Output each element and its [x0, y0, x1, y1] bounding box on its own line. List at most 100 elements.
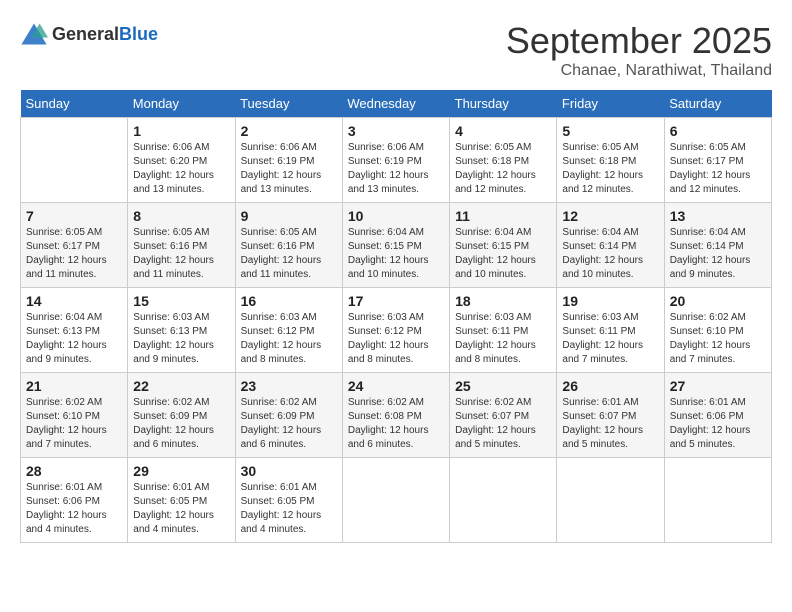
- day-info: Sunrise: 6:05 AM Sunset: 6:17 PM Dayligh…: [26, 226, 122, 282]
- day-number: 16: [241, 293, 337, 309]
- calendar-week-2: 7 Sunrise: 6:05 AM Sunset: 6:17 PM Daylig…: [21, 203, 772, 288]
- day-number: 2: [241, 123, 337, 139]
- weekday-header-thursday: Thursday: [450, 90, 557, 118]
- calendar-cell: 6 Sunrise: 6:05 AM Sunset: 6:17 PM Daylig…: [664, 118, 771, 203]
- day-number: 23: [241, 378, 337, 394]
- day-info: Sunrise: 6:02 AM Sunset: 6:10 PM Dayligh…: [670, 311, 766, 367]
- day-info: Sunrise: 6:02 AM Sunset: 6:09 PM Dayligh…: [133, 396, 229, 452]
- day-number: 3: [348, 123, 444, 139]
- day-info: Sunrise: 6:05 AM Sunset: 6:18 PM Dayligh…: [455, 141, 551, 197]
- day-number: 26: [562, 378, 658, 394]
- weekday-header-saturday: Saturday: [664, 90, 771, 118]
- day-info: Sunrise: 6:03 AM Sunset: 6:11 PM Dayligh…: [455, 311, 551, 367]
- day-info: Sunrise: 6:01 AM Sunset: 6:07 PM Dayligh…: [562, 396, 658, 452]
- day-number: 21: [26, 378, 122, 394]
- day-info: Sunrise: 6:02 AM Sunset: 6:09 PM Dayligh…: [241, 396, 337, 452]
- day-info: Sunrise: 6:02 AM Sunset: 6:10 PM Dayligh…: [26, 396, 122, 452]
- calendar-cell: 25Sunrise: 6:02 AM Sunset: 6:07 PM Dayli…: [450, 373, 557, 458]
- day-number: 28: [26, 463, 122, 479]
- calendar-week-1: 1 Sunrise: 6:06 AM Sunset: 6:20 PM Daylig…: [21, 118, 772, 203]
- calendar-cell: 10Sunrise: 6:04 AM Sunset: 6:15 PM Dayli…: [342, 203, 449, 288]
- calendar-cell: 17 Sunrise: 6:03 AM Sunset: 6:12 PM Dayli…: [342, 288, 449, 373]
- day-info: Sunrise: 6:03 AM Sunset: 6:11 PM Dayligh…: [562, 311, 658, 367]
- day-info: Sunrise: 6:04 AM Sunset: 6:13 PM Dayligh…: [26, 311, 122, 367]
- calendar-week-5: 28Sunrise: 6:01 AM Sunset: 6:06 PM Dayli…: [21, 458, 772, 543]
- title-section: September 2025 Chanae, Narathiwat, Thail…: [506, 20, 772, 80]
- calendar-week-4: 21 Sunrise: 6:02 AM Sunset: 6:10 PM Dayli…: [21, 373, 772, 458]
- day-number: 30: [241, 463, 337, 479]
- day-number: 17: [348, 293, 444, 309]
- day-number: 29: [133, 463, 229, 479]
- month-title: September 2025: [506, 20, 772, 62]
- calendar-cell: 8 Sunrise: 6:05 AM Sunset: 6:16 PM Daylig…: [128, 203, 235, 288]
- day-info: Sunrise: 6:03 AM Sunset: 6:12 PM Dayligh…: [241, 311, 337, 367]
- calendar-cell: 28Sunrise: 6:01 AM Sunset: 6:06 PM Dayli…: [21, 458, 128, 543]
- logo-general: General: [52, 24, 119, 44]
- calendar-cell: 9 Sunrise: 6:05 AM Sunset: 6:16 PM Daylig…: [235, 203, 342, 288]
- calendar-cell: [557, 458, 664, 543]
- calendar-cell: 1 Sunrise: 6:06 AM Sunset: 6:20 PM Daylig…: [128, 118, 235, 203]
- calendar-cell: 20Sunrise: 6:02 AM Sunset: 6:10 PM Dayli…: [664, 288, 771, 373]
- day-number: 8: [133, 208, 229, 224]
- calendar-cell: 29Sunrise: 6:01 AM Sunset: 6:05 PM Dayli…: [128, 458, 235, 543]
- day-number: 18: [455, 293, 551, 309]
- calendar-cell: 12 Sunrise: 6:04 AM Sunset: 6:14 PM Dayli…: [557, 203, 664, 288]
- day-info: Sunrise: 6:06 AM Sunset: 6:20 PM Dayligh…: [133, 141, 229, 197]
- weekday-header-friday: Friday: [557, 90, 664, 118]
- day-info: Sunrise: 6:04 AM Sunset: 6:14 PM Dayligh…: [562, 226, 658, 282]
- page-header: GeneralBlue September 2025 Chanae, Narat…: [20, 20, 772, 80]
- day-number: 4: [455, 123, 551, 139]
- day-info: Sunrise: 6:03 AM Sunset: 6:12 PM Dayligh…: [348, 311, 444, 367]
- day-info: Sunrise: 6:05 AM Sunset: 6:16 PM Dayligh…: [133, 226, 229, 282]
- day-info: Sunrise: 6:01 AM Sunset: 6:05 PM Dayligh…: [241, 481, 337, 537]
- day-number: 27: [670, 378, 766, 394]
- day-number: 6: [670, 123, 766, 139]
- calendar-cell: 2 Sunrise: 6:06 AM Sunset: 6:19 PM Daylig…: [235, 118, 342, 203]
- day-info: Sunrise: 6:05 AM Sunset: 6:16 PM Dayligh…: [241, 226, 337, 282]
- weekday-header-row: SundayMondayTuesdayWednesdayThursdayFrid…: [21, 90, 772, 118]
- logo-icon: [20, 20, 48, 48]
- calendar-cell: 14 Sunrise: 6:04 AM Sunset: 6:13 PM Dayli…: [21, 288, 128, 373]
- weekday-header-sunday: Sunday: [21, 90, 128, 118]
- calendar-cell: 24 Sunrise: 6:02 AM Sunset: 6:08 PM Dayli…: [342, 373, 449, 458]
- day-number: 22: [133, 378, 229, 394]
- day-number: 10: [348, 208, 444, 224]
- day-info: Sunrise: 6:05 AM Sunset: 6:17 PM Dayligh…: [670, 141, 766, 197]
- day-info: Sunrise: 6:06 AM Sunset: 6:19 PM Dayligh…: [348, 141, 444, 197]
- day-info: Sunrise: 6:04 AM Sunset: 6:15 PM Dayligh…: [455, 226, 551, 282]
- day-info: Sunrise: 6:06 AM Sunset: 6:19 PM Dayligh…: [241, 141, 337, 197]
- day-number: 19: [562, 293, 658, 309]
- calendar-cell: 7 Sunrise: 6:05 AM Sunset: 6:17 PM Daylig…: [21, 203, 128, 288]
- day-info: Sunrise: 6:02 AM Sunset: 6:07 PM Dayligh…: [455, 396, 551, 452]
- calendar-table: SundayMondayTuesdayWednesdayThursdayFrid…: [20, 90, 772, 543]
- calendar-cell: 18 Sunrise: 6:03 AM Sunset: 6:11 PM Dayli…: [450, 288, 557, 373]
- calendar-week-3: 14 Sunrise: 6:04 AM Sunset: 6:13 PM Dayli…: [21, 288, 772, 373]
- logo-text: GeneralBlue: [52, 24, 158, 45]
- calendar-cell: 5Sunrise: 6:05 AM Sunset: 6:18 PM Daylig…: [557, 118, 664, 203]
- logo-blue: Blue: [119, 24, 158, 44]
- logo: GeneralBlue: [20, 20, 158, 48]
- day-number: 15: [133, 293, 229, 309]
- calendar-cell: 27Sunrise: 6:01 AM Sunset: 6:06 PM Dayli…: [664, 373, 771, 458]
- weekday-header-monday: Monday: [128, 90, 235, 118]
- day-info: Sunrise: 6:02 AM Sunset: 6:08 PM Dayligh…: [348, 396, 444, 452]
- day-info: Sunrise: 6:05 AM Sunset: 6:18 PM Dayligh…: [562, 141, 658, 197]
- day-number: 14: [26, 293, 122, 309]
- day-info: Sunrise: 6:04 AM Sunset: 6:14 PM Dayligh…: [670, 226, 766, 282]
- calendar-cell: 11 Sunrise: 6:04 AM Sunset: 6:15 PM Dayli…: [450, 203, 557, 288]
- calendar-cell: [664, 458, 771, 543]
- calendar-cell: 23 Sunrise: 6:02 AM Sunset: 6:09 PM Dayli…: [235, 373, 342, 458]
- calendar-cell: 22 Sunrise: 6:02 AM Sunset: 6:09 PM Dayli…: [128, 373, 235, 458]
- calendar-cell: 16 Sunrise: 6:03 AM Sunset: 6:12 PM Dayli…: [235, 288, 342, 373]
- day-number: 11: [455, 208, 551, 224]
- day-number: 7: [26, 208, 122, 224]
- calendar-cell: [21, 118, 128, 203]
- calendar-cell: 19 Sunrise: 6:03 AM Sunset: 6:11 PM Dayli…: [557, 288, 664, 373]
- day-number: 24: [348, 378, 444, 394]
- day-number: 1: [133, 123, 229, 139]
- calendar-cell: 4 Sunrise: 6:05 AM Sunset: 6:18 PM Daylig…: [450, 118, 557, 203]
- day-info: Sunrise: 6:03 AM Sunset: 6:13 PM Dayligh…: [133, 311, 229, 367]
- day-number: 12: [562, 208, 658, 224]
- day-number: 9: [241, 208, 337, 224]
- calendar-cell: 15 Sunrise: 6:03 AM Sunset: 6:13 PM Dayli…: [128, 288, 235, 373]
